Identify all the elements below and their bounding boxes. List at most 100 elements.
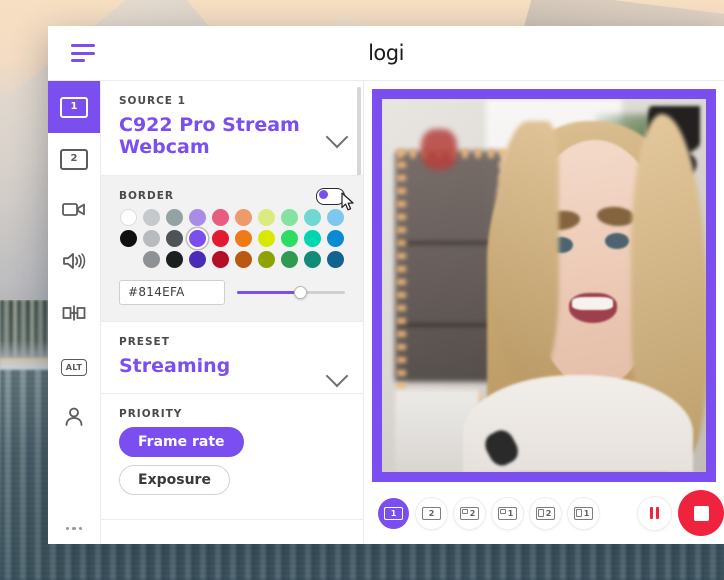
- layout-label: 1: [508, 509, 514, 518]
- hair-front-left: [492, 121, 559, 382]
- swatch[interactable]: [166, 209, 183, 226]
- border-label: BORDER: [119, 190, 345, 202]
- alt-key-icon: ALT: [61, 359, 88, 376]
- chevron-down-icon[interactable]: [326, 364, 349, 387]
- chevron-down-icon[interactable]: [326, 126, 349, 149]
- layout-button-split-2[interactable]: 2: [530, 498, 561, 529]
- layout-button-pip-2[interactable]: 2: [454, 498, 485, 529]
- pause-icon-bar: [656, 507, 659, 519]
- layout-pip-icon: 2: [460, 507, 479, 520]
- person-icon: [63, 406, 85, 433]
- swatch[interactable]: [304, 230, 321, 247]
- sidebar-item-source-1[interactable]: 1: [48, 81, 100, 133]
- swatch[interactable]: [327, 251, 344, 268]
- pause-icon-bar: [650, 507, 653, 519]
- swatch[interactable]: [166, 251, 183, 268]
- source-section: SOURCE 1 C922 Pro Stream Webcam: [101, 81, 363, 176]
- layout-full-icon: 2: [422, 507, 441, 520]
- swatch-transparent[interactable]: [120, 209, 137, 226]
- swatch[interactable]: [212, 251, 229, 268]
- layout-button-full-1[interactable]: 1: [378, 498, 409, 529]
- slider-thumb[interactable]: [294, 286, 307, 299]
- dot: [72, 527, 76, 531]
- layout-full-icon: 1: [384, 507, 403, 520]
- sidebar-item-source-2[interactable]: 2: [48, 133, 100, 185]
- logi-logo: logi: [48, 41, 724, 65]
- sidebar-item-alt[interactable]: ALT: [48, 341, 100, 393]
- swatch[interactable]: [120, 230, 137, 247]
- swatch[interactable]: [143, 230, 160, 247]
- webcam-scene: [382, 99, 706, 472]
- stop-record-icon: [694, 506, 709, 521]
- split-pane: [576, 509, 582, 517]
- layout-button-pip-1[interactable]: 1: [492, 498, 523, 529]
- swatch[interactable]: [258, 251, 275, 268]
- dot: [79, 527, 83, 531]
- eye-right: [605, 233, 629, 249]
- slider-fill: [237, 291, 299, 294]
- settings-panel: SOURCE 1 C922 Pro Stream Webcam BORDER: [101, 81, 364, 544]
- swatch-selected[interactable]: [189, 230, 206, 247]
- swatch[interactable]: [143, 209, 160, 226]
- hex-color-input[interactable]: [119, 280, 225, 305]
- swatch[interactable]: [189, 209, 206, 226]
- video-preview[interactable]: [382, 99, 706, 472]
- more-dots-icon[interactable]: [66, 527, 83, 531]
- stop-record-button[interactable]: [678, 490, 724, 536]
- hamburger-menu-icon[interactable]: [71, 44, 95, 62]
- border-section: BORDER: [101, 176, 363, 322]
- dot: [66, 527, 70, 531]
- priority-option-frame-rate[interactable]: Frame rate: [119, 427, 244, 457]
- border-toggle[interactable]: [316, 188, 345, 205]
- preview-area: 1 2 2 1: [364, 81, 724, 544]
- hamburger-line: [71, 44, 95, 47]
- swatch[interactable]: [166, 230, 183, 247]
- opacity-slider[interactable]: [237, 285, 345, 299]
- layout-split-icon: 2: [536, 507, 555, 520]
- video-border-frame: [372, 89, 716, 482]
- layout-pip-icon: 1: [498, 507, 517, 520]
- swatch-placeholder: [120, 251, 137, 268]
- split-pane: [538, 509, 544, 517]
- logitech-capture-window: logi 1 2: [48, 26, 724, 544]
- red-decoration: [421, 129, 457, 170]
- sidebar-item-transition[interactable]: [48, 289, 100, 341]
- source-value[interactable]: C922 Pro Stream Webcam: [119, 114, 309, 159]
- priority-section: PRIORITY Frame rate Exposure: [101, 394, 363, 520]
- app-header: logi: [48, 26, 724, 80]
- swatch[interactable]: [327, 230, 344, 247]
- swatch[interactable]: [212, 230, 229, 247]
- preset-section: PRESET Streaming: [101, 322, 363, 394]
- layout-label: 2: [546, 509, 552, 518]
- swatch[interactable]: [235, 209, 252, 226]
- swatch[interactable]: [304, 209, 321, 226]
- pip-inset: [500, 509, 506, 514]
- sidebar-item-profile[interactable]: [48, 393, 100, 445]
- swatch[interactable]: [212, 209, 229, 226]
- sidebar-item-camera[interactable]: [48, 185, 100, 237]
- swatch[interactable]: [189, 251, 206, 268]
- bottom-toolbar: 1 2 2 1: [372, 482, 716, 544]
- layout-button-full-2[interactable]: 2: [416, 498, 447, 529]
- swatch[interactable]: [304, 251, 321, 268]
- layout-button-split-1[interactable]: 1: [568, 498, 599, 529]
- priority-option-exposure[interactable]: Exposure: [119, 465, 230, 495]
- toggle-knob: [319, 190, 328, 199]
- swatch[interactable]: [143, 251, 160, 268]
- swatch[interactable]: [281, 209, 298, 226]
- transition-icon: [62, 303, 86, 328]
- swatch[interactable]: [235, 251, 252, 268]
- swatch[interactable]: [235, 230, 252, 247]
- priority-label: PRIORITY: [119, 408, 345, 420]
- source-2-icon: 2: [60, 149, 88, 170]
- preset-label: PRESET: [119, 336, 345, 348]
- swatch[interactable]: [281, 230, 298, 247]
- swatch[interactable]: [258, 209, 275, 226]
- preset-value[interactable]: Streaming: [119, 355, 309, 377]
- pause-button[interactable]: [638, 497, 671, 530]
- swatch[interactable]: [281, 251, 298, 268]
- sidebar-item-audio[interactable]: [48, 237, 100, 289]
- pip-inset: [462, 509, 468, 514]
- swatch[interactable]: [327, 209, 344, 226]
- swatch[interactable]: [258, 230, 275, 247]
